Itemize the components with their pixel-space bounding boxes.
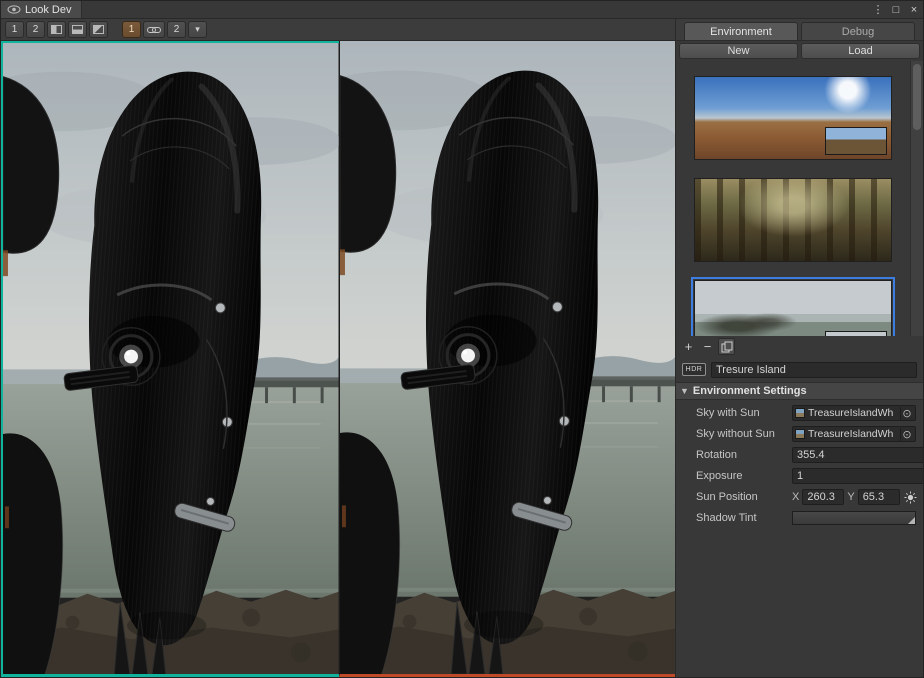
tab-debug[interactable]: Debug <box>801 22 915 40</box>
sky-with-sun-value: TreasureIslandWh <box>808 407 900 419</box>
single-view-1-button[interactable]: 1 <box>5 21 24 38</box>
lookdev-view-2[interactable] <box>339 41 676 677</box>
env-thumbnail-treasure-island-inset <box>825 331 887 336</box>
close-icon[interactable]: × <box>905 1 923 18</box>
property-row-exposure: Exposure <box>676 466 923 487</box>
sky-without-sun-label: Sky without Sun <box>696 428 792 440</box>
lookdev-window-tab[interactable]: Look Dev <box>1 1 82 18</box>
env-list-toolbar: + − <box>676 336 923 358</box>
sun-icon <box>904 491 917 504</box>
sun-position-y-label: Y <box>847 491 854 503</box>
view-1-render <box>3 43 339 674</box>
zone-split-icon <box>93 25 104 34</box>
shadow-tint-color-field[interactable] <box>792 511 916 525</box>
window-menu-icon[interactable]: ⋮ <box>869 1 887 18</box>
property-row-rotation: Rotation <box>676 445 923 466</box>
lookdev-toolbar: 1 2 1 2 ▾ <box>1 19 675 41</box>
environment-settings-title: Environment Settings <box>693 385 807 397</box>
env-thumbnail-treasure-island[interactable] <box>691 277 895 336</box>
single-view-2-button[interactable]: 2 <box>26 21 45 38</box>
title-bar: Look Dev ⋮ □ × <box>1 1 923 19</box>
views-dropdown-button[interactable]: ▾ <box>188 21 207 38</box>
sun-position-label: Sun Position <box>696 491 792 503</box>
env-thumbnail-forest[interactable] <box>691 175 895 265</box>
sky-without-sun-object-field[interactable]: TreasureIslandWh ⊙ <box>792 426 916 442</box>
lookdev-eye-icon <box>7 5 21 14</box>
env-thumbnail-treasure-island-image <box>694 280 892 336</box>
environment-properties: Sky with Sun TreasureIslandWh ⊙ Sky with… <box>676 400 923 678</box>
environment-name-input[interactable] <box>711 362 917 378</box>
lookdev-view-1[interactable] <box>1 41 339 677</box>
rotation-input[interactable] <box>792 447 923 463</box>
sky-with-sun-object-field[interactable]: TreasureIslandWh ⊙ <box>792 405 916 421</box>
object-picker-icon[interactable]: ⊙ <box>900 428 913 441</box>
tab-environment[interactable]: Environment <box>684 22 798 40</box>
environment-settings-header[interactable]: ▼ Environment Settings <box>676 382 923 400</box>
env-thumbnail-desert[interactable] <box>691 73 895 163</box>
environment-panel: Environment Debug New Load <box>675 19 923 677</box>
view-2-env-button[interactable]: 2 <box>167 21 186 38</box>
exposure-input[interactable] <box>792 468 923 484</box>
sky-with-sun-label: Sky with Sun <box>696 407 792 419</box>
panel-tabs: Environment Debug <box>676 19 923 41</box>
cubemap-icon <box>795 429 805 439</box>
lookdev-viewport <box>1 41 675 677</box>
side-by-side-icon <box>51 25 62 34</box>
split-screen-mode-button[interactable] <box>68 21 87 38</box>
window-title: Look Dev <box>25 4 71 16</box>
maximize-icon[interactable]: □ <box>887 1 905 18</box>
hdr-name-row: HDR <box>676 358 923 382</box>
view-2-render <box>340 41 676 674</box>
duplicate-environment-button[interactable] <box>718 338 735 355</box>
env-list-scrollbar[interactable] <box>910 61 923 336</box>
view-1-env-button[interactable]: 1 <box>122 21 141 38</box>
property-row-shadow-tint: Shadow Tint <box>676 508 923 529</box>
new-button[interactable]: New <box>679 43 798 59</box>
hdr-icon: HDR <box>682 363 706 376</box>
set-sun-from-view-button[interactable] <box>903 490 918 505</box>
foldout-arrow-icon: ▼ <box>680 386 689 396</box>
object-picker-icon[interactable]: ⊙ <box>900 407 913 420</box>
library-actions: New Load <box>676 41 923 61</box>
sun-position-x-input[interactable] <box>802 489 844 505</box>
env-thumbnail-forest-image <box>694 178 892 262</box>
exposure-label: Exposure <box>696 470 792 482</box>
zone-mode-button[interactable] <box>89 21 108 38</box>
viewport-column: 1 2 1 2 ▾ <box>1 19 675 677</box>
split-screen-icon <box>72 25 83 34</box>
sky-without-sun-value: TreasureIslandWh <box>808 428 900 440</box>
environment-list <box>676 61 923 336</box>
property-row-sun-position: Sun Position X Y <box>676 487 923 508</box>
env-thumbnail-desert-image <box>694 76 892 160</box>
load-button[interactable]: Load <box>801 43 920 59</box>
env-list-scrollbar-thumb[interactable] <box>913 64 921 130</box>
add-environment-button[interactable]: + <box>680 338 697 355</box>
property-row-sky-without-sun: Sky without Sun TreasureIslandWh ⊙ <box>676 424 923 445</box>
link-views-button[interactable] <box>143 21 165 38</box>
lookdev-window: Look Dev ⋮ □ × 1 2 1 <box>0 0 924 678</box>
chevron-down-icon: ▾ <box>195 24 200 35</box>
sun-position-x-label: X <box>792 491 799 503</box>
side-by-side-mode-button[interactable] <box>47 21 66 38</box>
cubemap-icon <box>795 408 805 418</box>
property-row-sky-with-sun: Sky with Sun TreasureIslandWh ⊙ <box>676 403 923 424</box>
shadow-tint-label: Shadow Tint <box>696 512 792 524</box>
rotation-label: Rotation <box>696 449 792 461</box>
env-thumbnail-desert-inset <box>825 127 887 155</box>
duplicate-icon <box>721 341 733 353</box>
main-area: 1 2 1 2 ▾ <box>1 19 923 677</box>
link-icon <box>147 26 161 34</box>
sun-position-y-input[interactable] <box>858 489 900 505</box>
titlebar-spacer <box>82 1 869 18</box>
remove-environment-button[interactable]: − <box>699 338 716 355</box>
